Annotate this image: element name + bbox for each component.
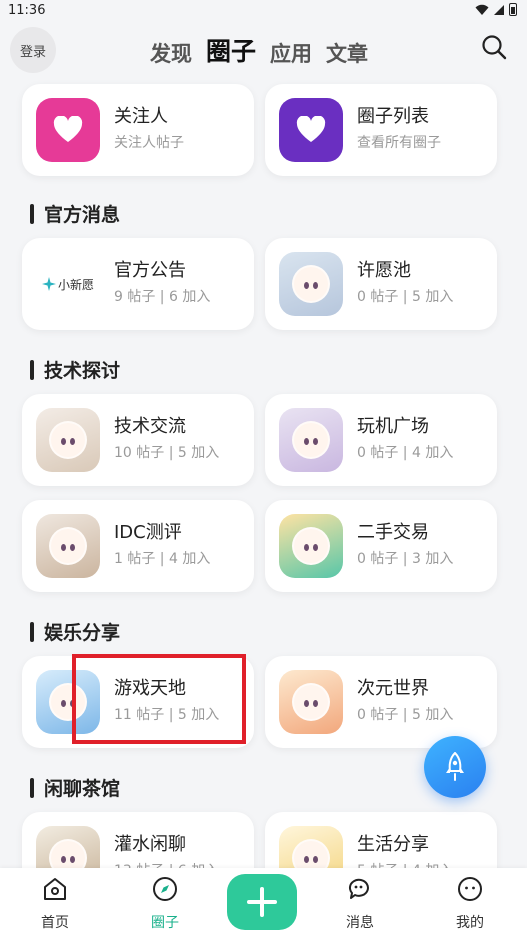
top-tabs: 发现 圈子 应用 文章	[150, 32, 368, 68]
section-title-official: 官方消息	[30, 200, 120, 227]
card-second-hand[interactable]: 二手交易 0 帖子 | 3 加入	[265, 500, 497, 592]
signal-icon	[494, 4, 504, 15]
nav-home[interactable]: 首页	[25, 876, 85, 932]
compass-icon	[153, 877, 177, 901]
nav-label: 我的	[456, 915, 484, 931]
avatar-face	[292, 839, 330, 868]
card-icon	[36, 98, 100, 162]
logo-text: 小新愿	[57, 277, 94, 292]
card-avatar	[279, 826, 343, 868]
card-title: 技术交流	[114, 416, 186, 437]
app-screen: 11:36 登录 发现 圈子 应用 文章 关注人 关注人帖子 圈子列表 查看所有…	[0, 0, 527, 937]
status-time: 11:36	[8, 3, 46, 18]
card-title: 官方公告	[114, 260, 186, 281]
card-title: 生活分享	[357, 834, 429, 855]
profile-icon	[458, 877, 482, 901]
card-title: IDC测评	[114, 522, 182, 543]
section-title-chat: 闲聊茶馆	[30, 774, 120, 801]
card-title: 玩机广场	[357, 416, 429, 437]
card-announcements[interactable]: 小新愿 官方公告 9 帖子 | 6 加入	[22, 238, 254, 330]
avatar-face	[49, 527, 87, 565]
login-button[interactable]: 登录	[10, 27, 56, 73]
add-post-button[interactable]	[227, 874, 297, 930]
card-idc-review[interactable]: IDC测评 1 帖子 | 4 加入	[22, 500, 254, 592]
card-subtitle: 10 帖子 | 5 加入	[114, 445, 220, 461]
search-icon[interactable]	[481, 34, 507, 60]
avatar-face	[49, 839, 87, 868]
card-avatar	[36, 514, 100, 578]
nav-label: 圈子	[151, 915, 179, 931]
card-subtitle: 1 帖子 | 4 加入	[114, 551, 211, 567]
card-subtitle: 0 帖子 | 4 加入	[357, 445, 454, 461]
tab-discover[interactable]: 发现	[150, 38, 192, 68]
heart-icon	[296, 116, 326, 142]
card-tech-exchange[interactable]: 技术交流 10 帖子 | 5 加入	[22, 394, 254, 486]
bottom-nav: 首页 圈子 消息 我的	[0, 868, 527, 937]
nav-label: 首页	[41, 915, 69, 931]
card-title: 许愿池	[357, 260, 411, 281]
card-avatar	[36, 408, 100, 472]
status-bar: 11:36	[0, 0, 527, 22]
section-title-entertainment: 娱乐分享	[30, 618, 120, 645]
avatar-face	[292, 421, 330, 459]
tab-articles[interactable]: 文章	[326, 38, 368, 68]
nav-messages[interactable]: 消息	[330, 876, 390, 932]
wifi-icon	[475, 4, 489, 15]
highlight-box	[72, 654, 246, 744]
card-wishing-pool[interactable]: 许愿池 0 帖子 | 5 加入	[265, 238, 497, 330]
card-avatar	[279, 670, 343, 734]
nav-circles[interactable]: 圈子	[135, 876, 195, 932]
sparkle-icon	[41, 277, 56, 291]
nav-profile[interactable]: 我的	[440, 876, 500, 932]
home-icon	[44, 878, 66, 900]
card-avatar	[279, 408, 343, 472]
card-device-plaza[interactable]: 玩机广场 0 帖子 | 4 加入	[265, 394, 497, 486]
heart-icon	[53, 116, 83, 142]
card-circle-list[interactable]: 圈子列表 查看所有圈子	[265, 84, 497, 176]
card-avatar	[279, 514, 343, 578]
card-subtitle: 0 帖子 | 5 加入	[357, 707, 454, 723]
battery-icon	[509, 3, 517, 16]
avatar-face	[292, 265, 330, 303]
rocket-icon	[446, 752, 464, 781]
card-title: 二手交易	[357, 522, 429, 543]
card-life-share[interactable]: 生活分享 5 帖子 | 4 加入	[265, 812, 497, 868]
card-subtitle: 查看所有圈子	[357, 135, 441, 151]
card-subtitle: 0 帖子 | 3 加入	[357, 551, 454, 567]
card-casual-chat[interactable]: 灌水闲聊 13 帖子 | 6 加入	[22, 812, 254, 868]
avatar-face	[292, 527, 330, 565]
tab-circles[interactable]: 圈子	[206, 32, 256, 68]
section-title-tech: 技术探讨	[30, 356, 120, 383]
card-subtitle: 关注人帖子	[114, 135, 184, 151]
status-icons	[475, 3, 517, 16]
card-subtitle: 0 帖子 | 5 加入	[357, 289, 454, 305]
card-subtitle: 5 帖子 | 4 加入	[357, 860, 453, 868]
card-title: 次元世界	[357, 678, 429, 699]
card-logo: 小新愿	[36, 252, 100, 316]
card-title: 圈子列表	[357, 106, 429, 127]
chat-icon	[348, 878, 369, 899]
rocket-fab-button[interactable]	[424, 736, 486, 798]
top-header: 登录 发现 圈子 应用 文章	[0, 22, 527, 78]
card-title: 关注人	[114, 106, 168, 127]
card-avatar	[279, 252, 343, 316]
nav-label: 消息	[346, 915, 374, 931]
tab-apps[interactable]: 应用	[270, 38, 312, 68]
card-subtitle: 9 帖子 | 6 加入	[114, 289, 211, 305]
avatar-face	[292, 683, 330, 721]
card-avatar	[36, 826, 100, 868]
avatar-face	[49, 421, 87, 459]
card-icon	[279, 98, 343, 162]
card-title: 灌水闲聊	[114, 834, 186, 855]
plus-icon	[247, 887, 277, 917]
card-following[interactable]: 关注人 关注人帖子	[22, 84, 254, 176]
card-anime-world[interactable]: 次元世界 0 帖子 | 5 加入	[265, 656, 497, 748]
card-subtitle: 13 帖子 | 6 加入	[114, 860, 219, 868]
